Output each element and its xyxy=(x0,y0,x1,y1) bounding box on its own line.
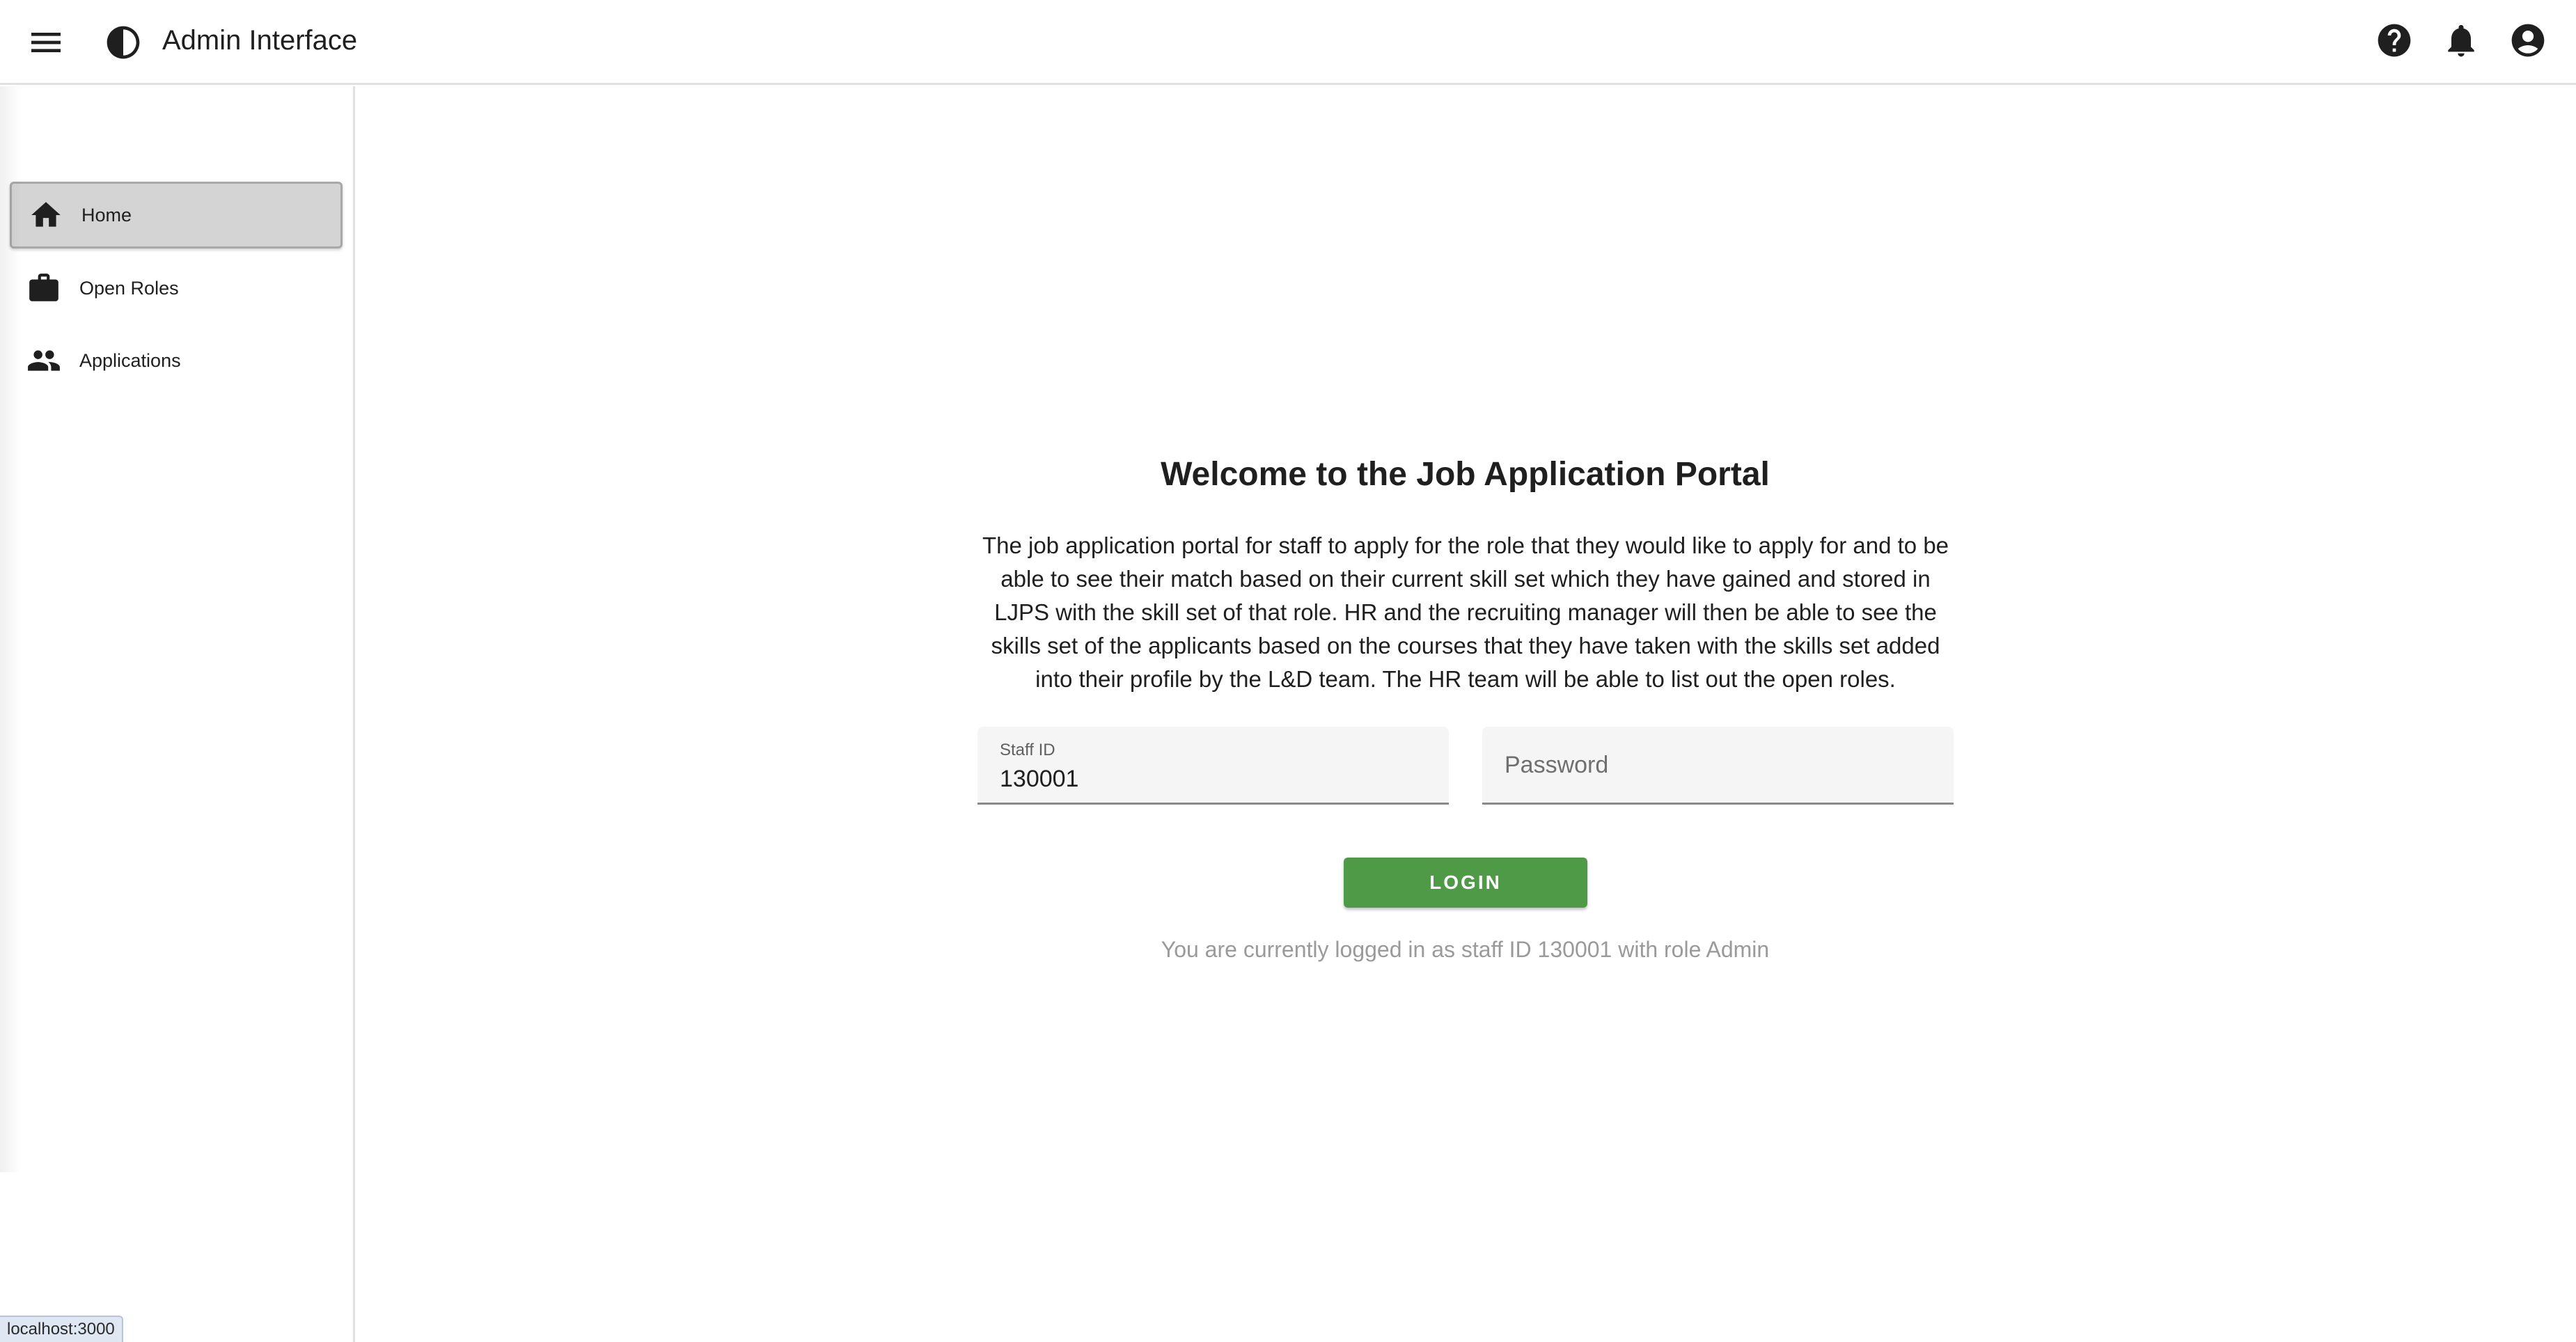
account-icon xyxy=(2511,24,2545,57)
theme-toggle-button[interactable] xyxy=(92,11,155,74)
notifications-button[interactable] xyxy=(2430,9,2492,72)
briefcase-icon xyxy=(29,274,58,301)
sidebar-item-label: Open Roles xyxy=(79,277,179,299)
browser-status-url: localhost:3000 xyxy=(0,1316,123,1342)
sidebar-item-home[interactable]: Home xyxy=(10,182,343,248)
menu-icon xyxy=(31,33,61,52)
staff-id-label: Staff ID xyxy=(1000,741,1055,759)
staff-id-field[interactable]: Staff ID 130001 xyxy=(977,727,1449,805)
page-title: Welcome to the Job Application Portal xyxy=(1161,456,1770,493)
menu-button[interactable] xyxy=(15,11,77,74)
help-button[interactable] xyxy=(2363,9,2426,72)
account-button[interactable] xyxy=(2497,9,2559,72)
sidebar-item-label: Home xyxy=(81,204,132,226)
sidebar-item-label: Applications xyxy=(79,349,181,371)
staff-id-value: 130001 xyxy=(1000,766,1079,792)
sidebar-item-open-roles[interactable]: Open Roles xyxy=(10,255,343,322)
bell-icon xyxy=(2448,24,2474,57)
login-button[interactable]: LOGIN xyxy=(1344,858,1587,908)
password-field[interactable]: Password xyxy=(1482,727,1954,805)
main-content: Welcome to the Job Application Portal Th… xyxy=(357,86,2576,1342)
portal-description: The job application portal for staff to … xyxy=(982,532,1949,692)
sidebar: Home Open Roles Applications xyxy=(0,86,355,1342)
app-title: Admin Interface xyxy=(162,25,358,56)
password-placeholder: Password xyxy=(1505,752,1609,778)
people-icon xyxy=(28,350,60,371)
help-icon xyxy=(2378,24,2411,57)
sidebar-item-applications[interactable]: Applications xyxy=(10,327,343,394)
contrast-icon xyxy=(107,26,140,59)
top-app-bar: Admin Interface xyxy=(0,0,2576,85)
login-status-text: You are currently logged in as staff ID … xyxy=(1161,937,1770,962)
home-icon xyxy=(31,202,61,227)
